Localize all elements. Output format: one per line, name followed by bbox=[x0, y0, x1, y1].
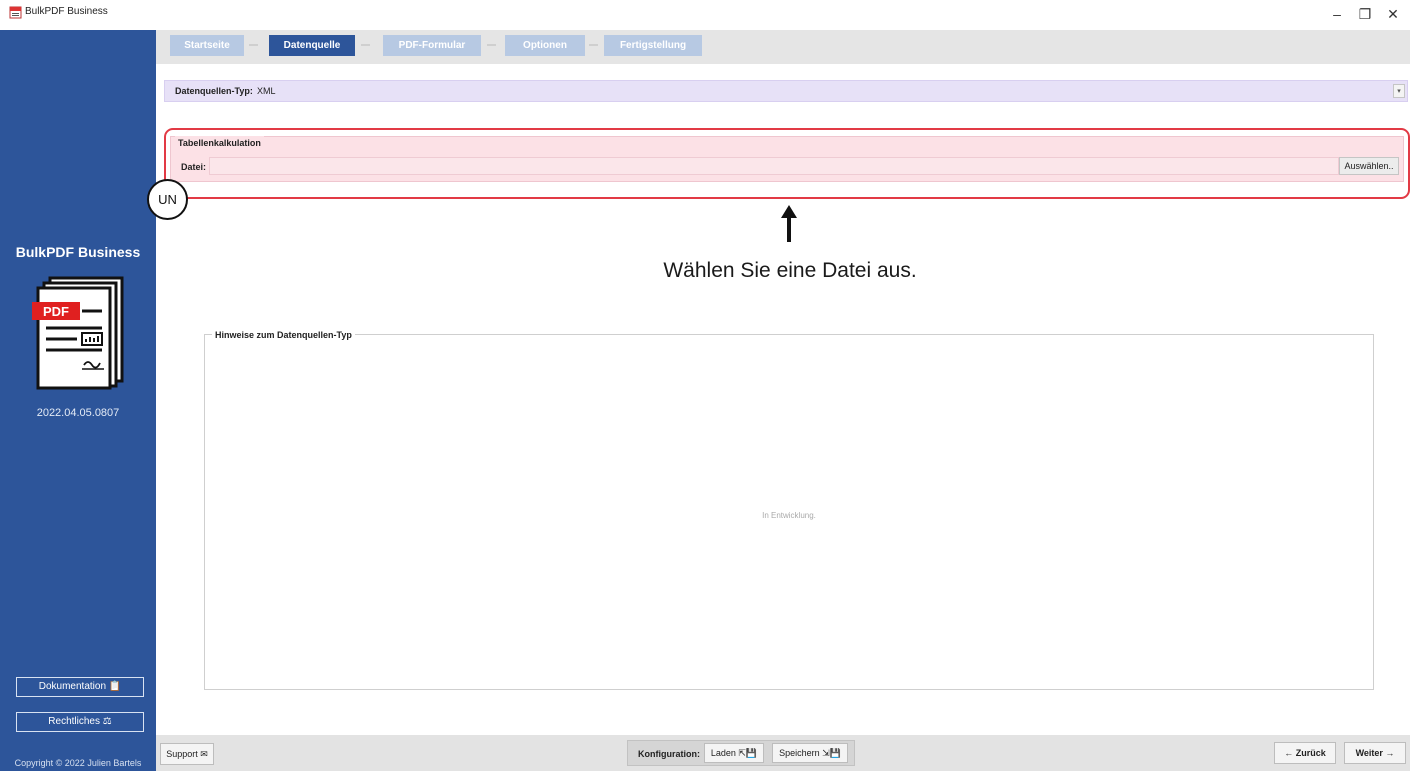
wizard-steps: Startseite Datenquelle PDF-Formular Opti… bbox=[156, 30, 1410, 64]
hints-body-text: In Entwicklung. bbox=[762, 511, 816, 520]
sidebar-brand: BulkPDF Business bbox=[15, 244, 141, 260]
annotation-badge: UN bbox=[147, 179, 188, 220]
step-separator bbox=[589, 44, 598, 46]
arrow-up-icon bbox=[781, 205, 797, 242]
load-config-button[interactable]: Laden ⇱💾 bbox=[704, 743, 764, 763]
annotation-callout: Wählen Sie eine Datei aus. bbox=[663, 259, 917, 282]
datasource-type-label: Datenquellen-Typ: bbox=[175, 86, 253, 96]
version-label: 2022.04.05.0807 bbox=[36, 407, 120, 419]
minimize-button[interactable]: – bbox=[1322, 4, 1352, 24]
next-button[interactable]: Weiter → bbox=[1344, 742, 1406, 764]
footer-bar: Support ✉ Konfiguration: Laden ⇱💾 Speich… bbox=[156, 735, 1410, 771]
title-bar: BulkPDF Business – ❐ ✕ bbox=[0, 0, 1410, 30]
hints-group-title: Hinweise zum Datenquellen-Typ bbox=[212, 328, 355, 342]
copyright-text: Copyright © 2022 Julien Bartels bbox=[14, 758, 142, 768]
step-datenquelle[interactable]: Datenquelle bbox=[269, 35, 355, 56]
step-pdf-formular[interactable]: PDF-Formular bbox=[383, 35, 481, 56]
save-config-button[interactable]: Speichern ⇲💾 bbox=[772, 743, 848, 763]
step-optionen[interactable]: Optionen bbox=[505, 35, 585, 56]
chevron-down-icon[interactable]: ▾ bbox=[1393, 84, 1405, 98]
step-separator bbox=[361, 44, 370, 46]
support-button[interactable]: Support ✉ bbox=[160, 743, 214, 765]
datasource-type-bar[interactable]: Datenquellen-Typ: XML ▾ bbox=[164, 80, 1408, 102]
step-fertigstellung[interactable]: Fertigstellung bbox=[604, 35, 702, 56]
app-icon bbox=[9, 6, 22, 19]
maximize-button[interactable]: ❐ bbox=[1350, 4, 1380, 24]
file-label: Datei: bbox=[181, 162, 207, 172]
back-button[interactable]: ← Zurück bbox=[1274, 742, 1336, 764]
hints-group: Hinweise zum Datenquellen-Typ In Entwick… bbox=[204, 328, 1374, 690]
pdf-documents-icon: PDF bbox=[32, 276, 124, 390]
spreadsheet-group-title: Tabellenkalkulation bbox=[175, 136, 264, 150]
pdf-logo-text: PDF bbox=[43, 304, 69, 319]
choose-file-button[interactable]: Auswählen.. bbox=[1339, 157, 1399, 175]
documentation-button[interactable]: Dokumentation 📋 bbox=[16, 677, 144, 697]
file-path-field[interactable] bbox=[209, 157, 1339, 175]
window-title: BulkPDF Business bbox=[25, 6, 108, 17]
configuration-label: Konfiguration: bbox=[638, 749, 700, 759]
step-separator bbox=[487, 44, 496, 46]
sidebar: BulkPDF Business PDF 2022.04.05.0807 Dok… bbox=[0, 30, 156, 771]
spreadsheet-group: Tabellenkalkulation Datei: Auswählen.. bbox=[170, 136, 1404, 182]
step-startseite[interactable]: Startseite bbox=[170, 35, 244, 56]
step-separator bbox=[249, 44, 258, 46]
close-button[interactable]: ✕ bbox=[1378, 4, 1408, 24]
datasource-type-select[interactable]: XML bbox=[257, 86, 276, 96]
legal-button[interactable]: Rechtliches ⚖ bbox=[16, 712, 144, 732]
configuration-group: Konfiguration: Laden ⇱💾 Speichern ⇲💾 bbox=[627, 740, 855, 766]
